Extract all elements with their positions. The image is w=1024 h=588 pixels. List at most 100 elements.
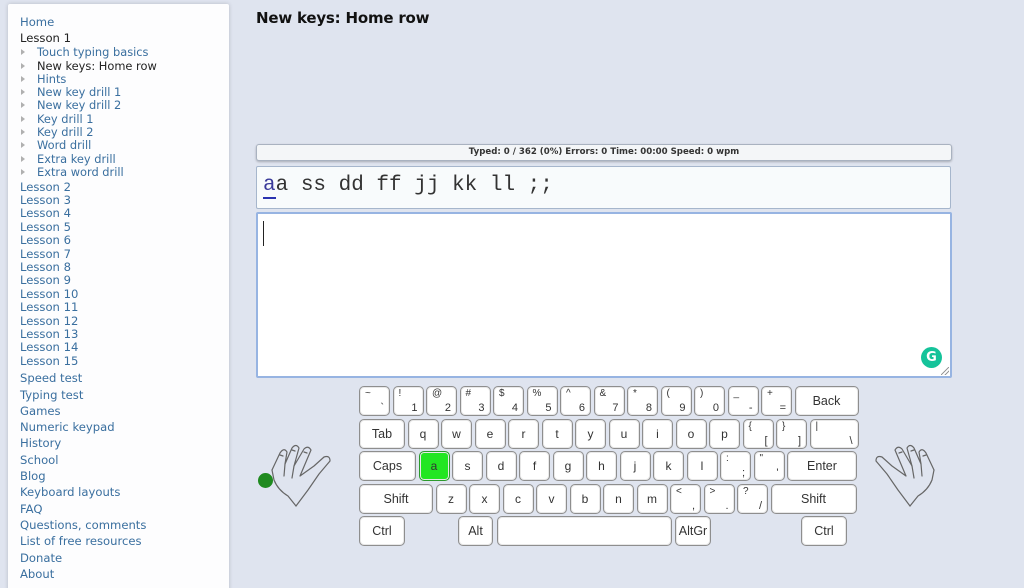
sidebar-tool-link[interactable]: About [20, 566, 229, 582]
key-a[interactable]: a [418, 451, 450, 481]
key-7[interactable]: & 7 [593, 386, 625, 416]
key-tab[interactable]: Tab [359, 418, 405, 449]
key-2[interactable]: @2 [426, 386, 457, 416]
key-l[interactable]: l [686, 451, 718, 481]
sidebar-tool-link[interactable]: History [20, 435, 229, 451]
nav-home[interactable]: Home [20, 14, 229, 30]
key-9[interactable]: (9 [660, 386, 692, 416]
key-c[interactable]: c [502, 483, 534, 514]
key-1[interactable]: ! 1 [392, 386, 424, 416]
lesson-1-subnav: Touch typing basics New keys: Home row Hin… [20, 45, 229, 179]
key-t[interactable]: t [541, 418, 573, 449]
sidebar-subitem[interactable]: Hints [20, 72, 229, 86]
key-base-symbol: ] [797, 434, 801, 447]
key-w[interactable]: w [441, 418, 472, 449]
key-s[interactable]: s [452, 451, 483, 481]
key-f[interactable]: f [519, 451, 550, 481]
key-u[interactable]: u [608, 418, 640, 449]
key-,[interactable]: <, [670, 483, 701, 514]
key-shift[interactable]: Shift [770, 483, 857, 514]
key-8[interactable]: * 8 [627, 386, 658, 416]
key--[interactable]: _ - [727, 386, 759, 416]
key-e[interactable]: e [474, 418, 506, 449]
sidebar-subitem[interactable]: Key drill 1 [20, 112, 229, 126]
sidebar-tool-link[interactable]: Numeric keypad [20, 419, 229, 435]
sidebar-lesson-link[interactable]: Lesson 8 [20, 260, 229, 274]
sidebar-lesson-link[interactable]: Lesson 10 [20, 287, 229, 301]
sidebar-tool-link[interactable]: Games [20, 403, 229, 419]
key-x[interactable]: x [469, 483, 500, 514]
key-n[interactable]: n [603, 483, 634, 514]
key-z[interactable]: z [435, 483, 467, 514]
key-y[interactable]: y [575, 418, 606, 449]
key-m[interactable]: m [636, 483, 668, 514]
sidebar-tool-link[interactable]: FAQ [20, 501, 229, 517]
sidebar-subitem[interactable]: New key drill 2 [20, 98, 229, 112]
sidebar-lesson-link[interactable]: Lesson 2 [20, 180, 229, 194]
key-v[interactable]: v [536, 483, 567, 514]
key-b[interactable]: b [569, 483, 601, 514]
sidebar-lesson-link[interactable]: Lesson 4 [20, 206, 229, 220]
sidebar-subitem[interactable]: Extra key drill [20, 152, 229, 166]
key-\[interactable]: | \ [809, 418, 859, 449]
grammarly-icon[interactable]: G [921, 347, 942, 368]
key-q[interactable]: q [407, 418, 439, 449]
sidebar-lesson-link[interactable]: Lesson 15 [20, 354, 229, 368]
key-;[interactable]: :; [720, 451, 751, 481]
key-j[interactable]: j [619, 451, 651, 481]
key-shift[interactable]: Shift [359, 483, 433, 514]
key-`[interactable]: ~ ` [359, 386, 390, 416]
key-][interactable]: }] [776, 418, 807, 449]
key-3[interactable]: #3 [459, 386, 491, 416]
key-.[interactable]: >. [703, 483, 735, 514]
key-h[interactable]: h [586, 451, 617, 481]
key-=[interactable]: + = [761, 386, 792, 416]
sidebar-subitem[interactable]: Extra word drill [20, 165, 229, 179]
key-altgr[interactable]: AltGr [675, 516, 711, 546]
key-d[interactable]: d [485, 451, 517, 481]
sidebar-lesson-link[interactable]: Lesson 14 [20, 341, 229, 355]
key-/[interactable]: ? / [737, 483, 768, 514]
key-k[interactable]: k [653, 451, 684, 481]
key-6[interactable]: ^ 6 [560, 386, 591, 416]
sidebar-lesson-link[interactable]: Lesson 5 [20, 220, 229, 234]
key-0[interactable]: ) 0 [694, 386, 725, 416]
sidebar-subitem[interactable]: Key drill 2 [20, 125, 229, 139]
key-back[interactable]: Back [794, 386, 859, 416]
sidebar-lesson-link[interactable]: Lesson 13 [20, 327, 229, 341]
sidebar-subitem[interactable]: New key drill 1 [20, 85, 229, 99]
sidebar-tool-link[interactable]: Speed test [20, 370, 229, 386]
key-5[interactable]: % 5 [526, 386, 558, 416]
key-[[interactable]: {[ [742, 418, 774, 449]
key-i[interactable]: i [642, 418, 673, 449]
sidebar-lesson-link[interactable]: Lesson 3 [20, 193, 229, 207]
key-p[interactable]: p [709, 418, 740, 449]
sidebar-tool-link[interactable]: List of free resources [20, 533, 229, 549]
key-enter[interactable]: Enter [787, 451, 857, 481]
key-r[interactable]: r [508, 418, 539, 449]
sidebar-lesson-link[interactable]: Lesson 7 [20, 247, 229, 261]
resize-handle[interactable] [941, 367, 949, 375]
sidebar-lesson-link[interactable]: Lesson 12 [20, 314, 229, 328]
key-ctrl-right[interactable]: Ctrl [801, 516, 847, 546]
sidebar-tool-link[interactable]: Typing test [20, 387, 229, 403]
key-'[interactable]: " ' [753, 451, 785, 481]
sidebar-tool-link[interactable]: Blog [20, 468, 229, 484]
sidebar-lesson-link[interactable]: Lesson 11 [20, 300, 229, 314]
key-space[interactable] [497, 516, 672, 546]
sidebar-tool-link[interactable]: School [20, 452, 229, 468]
key-o[interactable]: o [675, 418, 707, 449]
sidebar-tool-link[interactable]: Keyboard layouts [20, 484, 229, 500]
sidebar-lesson-link[interactable]: Lesson 6 [20, 233, 229, 247]
sidebar-subitem[interactable]: Word drill [20, 138, 229, 152]
sidebar-tool-link[interactable]: Donate [20, 550, 229, 566]
key-caps[interactable]: Caps [359, 451, 416, 481]
typing-input[interactable]: G [256, 212, 952, 378]
sidebar-lesson-link[interactable]: Lesson 9 [20, 273, 229, 287]
sidebar-tool-link[interactable]: Questions, comments [20, 517, 229, 533]
key-ctrl-left[interactable]: Ctrl [359, 516, 405, 546]
sidebar-subitem[interactable]: Touch typing basics [20, 45, 229, 59]
key-4[interactable]: $4 [493, 386, 524, 416]
key-g[interactable]: g [552, 451, 584, 481]
key-alt[interactable]: Alt [458, 516, 493, 546]
